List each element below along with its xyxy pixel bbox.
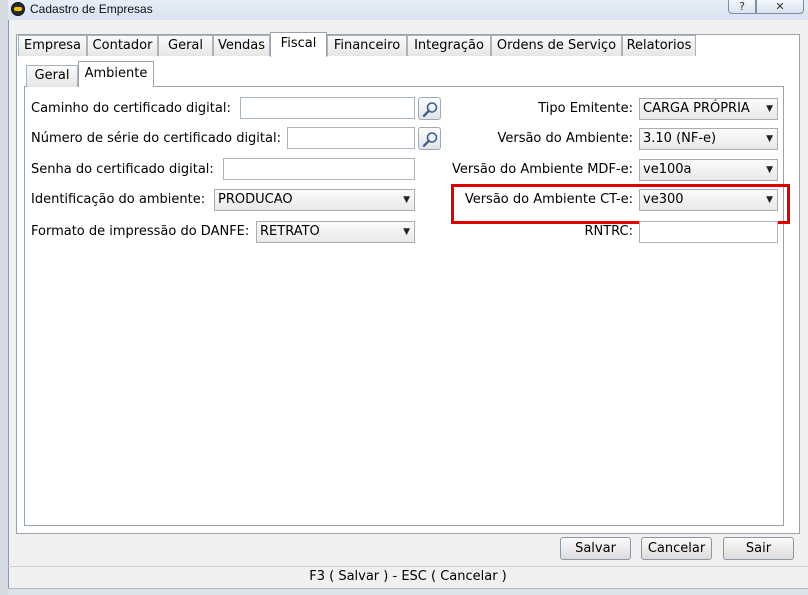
danfe-format-select[interactable]: RETRATO ▼ — [256, 221, 415, 243]
magnifier-icon — [422, 132, 438, 148]
certificate-password-label: Senha do certificado digital: — [31, 162, 214, 177]
certificate-serial-search-button[interactable] — [418, 127, 441, 150]
app-icon — [11, 2, 25, 16]
env-version-select[interactable]: 3.10 (NF-e) ▼ — [639, 128, 778, 150]
rntrc-input[interactable] — [639, 221, 778, 243]
issuer-type-value: CARGA PRÓPRIA — [643, 101, 750, 116]
tab-geral[interactable]: Geral — [158, 35, 213, 56]
env-version-label: Versão do Ambiente: — [497, 131, 633, 146]
environment-id-value: PRODUCAO — [218, 192, 293, 207]
env-version-mdfe-label: Versão do Ambiente MDF-e: — [451, 162, 633, 177]
tab-relatorios[interactable]: Relatorios — [622, 35, 696, 56]
tab-contador[interactable]: Contador — [87, 35, 158, 56]
chevron-down-icon: ▼ — [766, 104, 773, 114]
issuer-type-select[interactable]: CARGA PRÓPRIA ▼ — [639, 98, 778, 120]
highlight-box — [451, 184, 790, 224]
tab-empresa[interactable]: Empresa — [18, 35, 87, 56]
chevron-down-icon: ▼ — [766, 165, 773, 175]
magnifier-icon — [422, 102, 438, 118]
environment-id-label: Identificação do ambiente: — [31, 192, 206, 207]
chevron-down-icon: ▼ — [403, 227, 410, 237]
close-button[interactable]: ✕ — [756, 0, 804, 14]
exit-button[interactable]: Sair — [723, 537, 794, 560]
certificate-serial-label: Número de série do certificado digital: — [31, 131, 281, 146]
issuer-type-label: Tipo Emitente: — [538, 101, 633, 116]
danfe-format-label: Formato de impressão do DANFE: — [31, 224, 250, 239]
cancel-button[interactable]: Cancelar — [641, 537, 712, 560]
certificate-password-input[interactable] — [223, 158, 415, 180]
window-bottom-border — [8, 588, 808, 595]
tab-ordens-de-servico[interactable]: Ordens de Serviço — [491, 35, 622, 56]
tab-vendas[interactable]: Vendas — [213, 35, 270, 56]
rntrc-label: RNTRC: — [584, 224, 633, 239]
chevron-down-icon: ▼ — [766, 134, 773, 144]
env-version-mdfe-value: ve100a — [643, 162, 692, 177]
environment-id-select[interactable]: PRODUCAO ▼ — [214, 189, 415, 211]
background-window-edge — [0, 0, 8, 595]
window-title: Cadastro de Empresas — [30, 2, 153, 16]
status-bar: F3 ( Salvar ) - ESC ( Cancelar ) — [8, 566, 808, 586]
subtab-geral[interactable]: Geral — [26, 65, 78, 87]
env-version-value: 3.10 (NF-e) — [643, 131, 717, 146]
tab-financeiro[interactable]: Financeiro — [327, 35, 407, 56]
danfe-format-value: RETRATO — [260, 224, 320, 239]
subtab-panel-ambiente — [24, 86, 784, 526]
certificate-path-label: Caminho do certificado digital: — [31, 101, 231, 116]
tab-integracao[interactable]: Integração — [407, 35, 491, 56]
certificate-path-input[interactable] — [240, 97, 415, 119]
certificate-serial-input[interactable] — [287, 127, 415, 149]
help-button[interactable]: ? — [728, 0, 756, 14]
certificate-path-search-button[interactable] — [418, 97, 441, 120]
subtab-ambiente[interactable]: Ambiente — [78, 61, 154, 87]
chevron-down-icon: ▼ — [403, 195, 410, 205]
save-button[interactable]: Salvar — [560, 537, 631, 560]
env-version-mdfe-select[interactable]: ve100a ▼ — [639, 159, 778, 181]
tab-fiscal[interactable]: Fiscal — [270, 32, 327, 57]
